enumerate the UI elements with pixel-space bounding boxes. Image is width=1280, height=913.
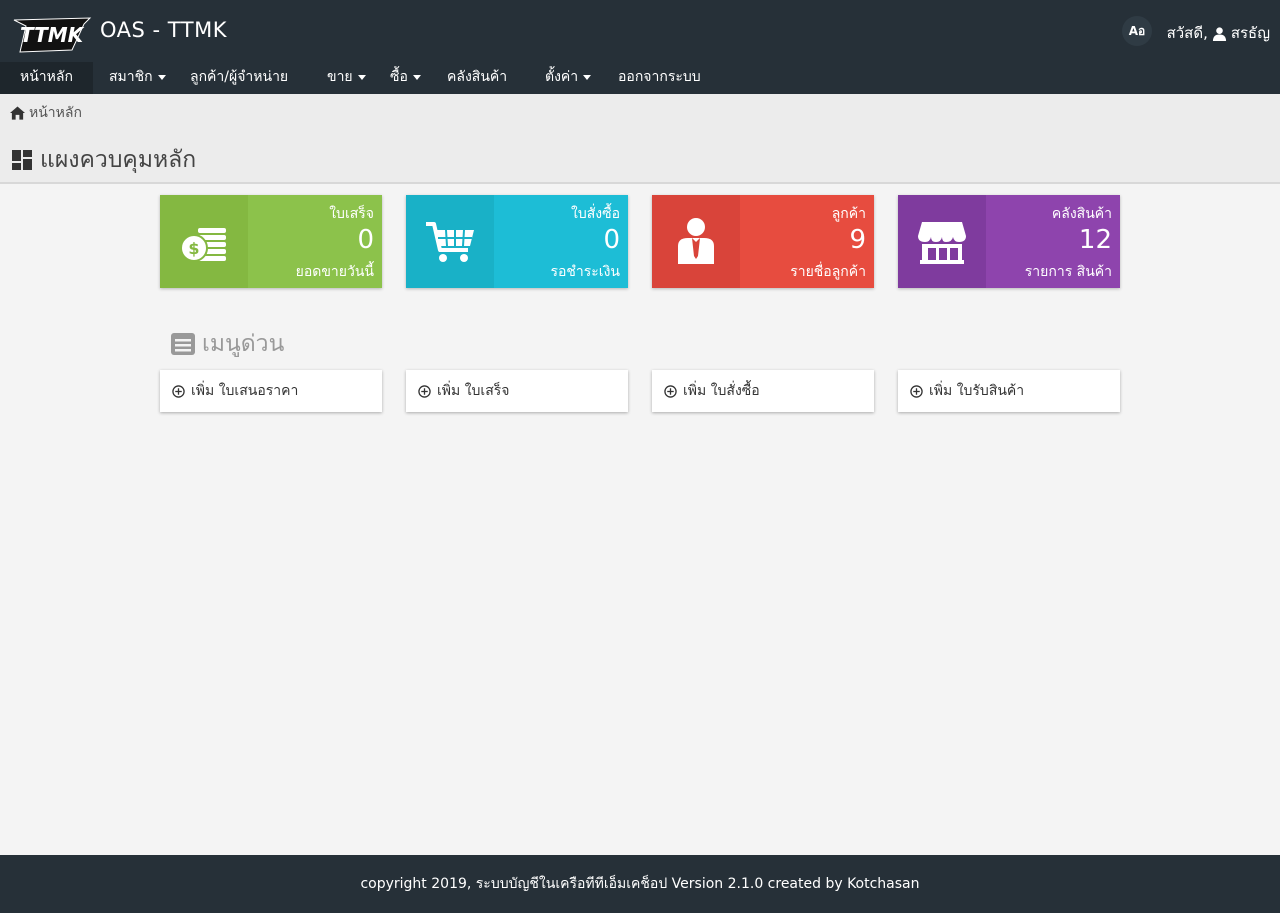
logo-text: TTMK bbox=[20, 23, 85, 47]
svg-text:$: $ bbox=[188, 239, 199, 258]
home-icon bbox=[10, 106, 25, 120]
store-icon bbox=[898, 195, 986, 288]
caret-down-icon bbox=[583, 74, 592, 80]
add-purchase-order-button[interactable]: เพิ่ม ใบสั่งซื้อ bbox=[652, 370, 874, 412]
plus-circle-icon bbox=[664, 384, 677, 398]
top-bar: TTMK OAS - TTMK Aอ สวัสดี, สรธัญ bbox=[0, 0, 1280, 62]
add-receipt-button[interactable]: เพิ่ม ใบเสร็จ bbox=[406, 370, 628, 412]
card-value: 0 bbox=[357, 225, 374, 255]
breadcrumb-home[interactable]: หน้าหลัก bbox=[29, 102, 82, 124]
nav-purchase[interactable]: ซื้อ bbox=[390, 62, 421, 94]
user-name: สรธัญ bbox=[1230, 24, 1270, 42]
menu-list-icon bbox=[171, 333, 195, 355]
language-button[interactable]: Aอ bbox=[1122, 16, 1152, 46]
nav-members[interactable]: สมาชิก bbox=[109, 62, 166, 94]
card-label: ใบสั่งซื้อ bbox=[570, 206, 620, 222]
card-value: 0 bbox=[603, 225, 620, 255]
nav-sales[interactable]: ขาย bbox=[327, 62, 366, 94]
add-quotation-button[interactable]: เพิ่ม ใบเสนอราคา bbox=[160, 370, 382, 412]
caret-down-icon bbox=[412, 74, 421, 80]
user-greeting[interactable]: สวัสดี, สรธัญ bbox=[1167, 21, 1270, 45]
card-purchase-orders[interactable]: ใบสั่งซื้อ 0 รอชำระเงิน bbox=[406, 195, 628, 288]
card-sub: รอชำระเงิน bbox=[550, 264, 620, 280]
user-icon bbox=[1212, 26, 1226, 41]
caret-down-icon bbox=[357, 74, 366, 80]
nav-settings[interactable]: ตั้งค่า bbox=[545, 62, 592, 94]
card-value: 12 bbox=[1078, 225, 1112, 255]
caret-down-icon bbox=[157, 74, 166, 80]
card-value: 9 bbox=[849, 225, 866, 255]
logo[interactable]: TTMK bbox=[12, 10, 92, 54]
cart-icon bbox=[406, 195, 494, 288]
card-receipts[interactable]: $ ใบเสร็จ 0 ยอดขายวันนี้ bbox=[160, 195, 382, 288]
main-nav: หน้าหลัก สมาชิก ลูกค้า/ผู้จำหน่าย ขาย ซื… bbox=[0, 62, 1280, 94]
coins-icon: $ bbox=[160, 195, 248, 288]
plus-circle-icon bbox=[172, 384, 185, 398]
nav-customers[interactable]: ลูกค้า/ผู้จำหน่าย bbox=[190, 62, 288, 94]
breadcrumb[interactable]: หน้าหลัก bbox=[10, 102, 82, 124]
nav-home[interactable]: หน้าหลัก bbox=[0, 62, 93, 94]
page-header: หน้าหลัก แผงควบคุมหลัก bbox=[0, 94, 1280, 184]
greeting-text: สวัสดี, bbox=[1166, 24, 1208, 42]
app-title: OAS - TTMK bbox=[100, 18, 227, 42]
card-sub: รายการ สินค้า bbox=[1024, 264, 1112, 280]
nav-logout[interactable]: ออกจากระบบ bbox=[618, 62, 701, 94]
card-label: ใบเสร็จ bbox=[329, 206, 374, 222]
page-title: แผงควบคุมหลัก bbox=[12, 142, 196, 178]
card-inventory[interactable]: คลังสินค้า 12 รายการ สินค้า bbox=[898, 195, 1120, 288]
person-icon bbox=[652, 195, 740, 288]
plus-circle-icon bbox=[910, 384, 923, 398]
add-goods-receipt-button[interactable]: เพิ่ม ใบรับสินค้า bbox=[898, 370, 1120, 412]
footer-text: copyright 2019, ระบบบัญชีในเครือทีทีเอ็ม… bbox=[360, 876, 920, 892]
footer: copyright 2019, ระบบบัญชีในเครือทีทีเอ็ม… bbox=[0, 855, 1280, 913]
nav-inventory[interactable]: คลังสินค้า bbox=[447, 62, 507, 94]
card-sub: ยอดขายวันนี้ bbox=[295, 264, 374, 280]
card-sub: รายชื่อลูกค้า bbox=[790, 264, 866, 280]
dashboard-icon bbox=[12, 150, 32, 170]
card-label: ลูกค้า bbox=[831, 206, 866, 222]
quick-menu-title: เมนูด่วน bbox=[170, 326, 284, 362]
card-customers[interactable]: ลูกค้า 9 รายชื่อลูกค้า bbox=[652, 195, 874, 288]
plus-circle-icon bbox=[418, 384, 431, 398]
card-label: คลังสินค้า bbox=[1051, 206, 1112, 222]
